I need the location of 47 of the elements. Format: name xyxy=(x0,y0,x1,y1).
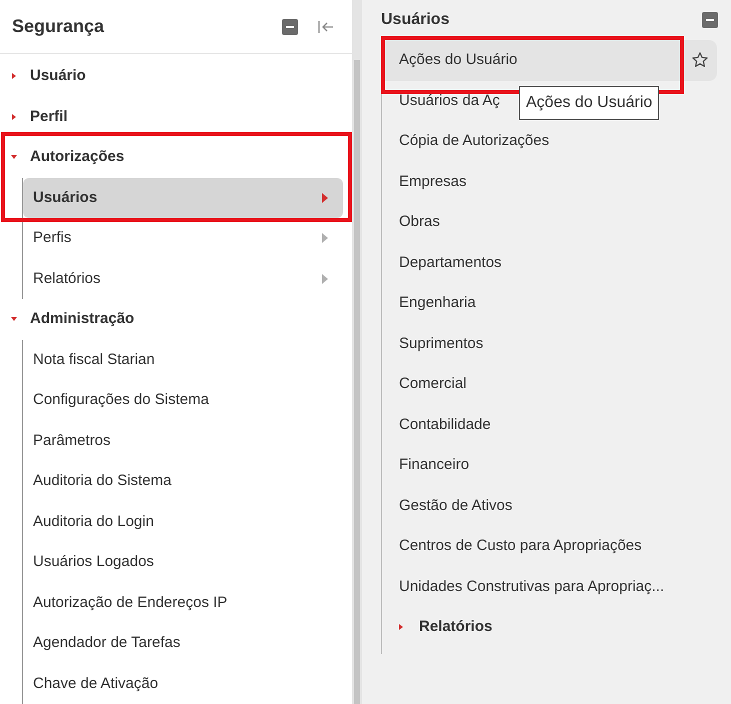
tooltip: Ações do Usuário xyxy=(519,86,660,120)
menu-item[interactable]: Empresas xyxy=(399,170,467,193)
caret-right-icon xyxy=(10,112,18,121)
menu-item[interactable]: Centros de Custo para Apropriações xyxy=(399,535,642,558)
caret-down-icon xyxy=(10,315,18,324)
caret-down-icon xyxy=(10,153,18,162)
tree-item[interactable]: Relatórios xyxy=(23,258,343,299)
star-icon[interactable] xyxy=(691,51,709,70)
menu-item[interactable]: Comercial xyxy=(399,373,467,396)
collapse-icon[interactable] xyxy=(282,18,298,34)
caret-right-icon xyxy=(10,72,18,80)
menu-item[interactable]: Suprimentos xyxy=(399,332,484,355)
menu-item[interactable]: Engenharia xyxy=(399,292,476,314)
tree-item[interactable]: Administração xyxy=(0,299,352,340)
caret-right-icon xyxy=(397,623,405,632)
tree-item[interactable]: Parâmetros xyxy=(23,420,343,461)
menu-item[interactable]: Cópia de Autorizações xyxy=(399,130,550,152)
tree-item[interactable]: Perfis xyxy=(23,218,343,258)
collapse-icon[interactable] xyxy=(702,12,718,28)
menu-item[interactable]: Unidades Construtivas para Apropriaç... xyxy=(399,576,664,598)
panel-title: Segurança xyxy=(12,15,106,38)
tree-item[interactable]: Usuário xyxy=(0,56,352,96)
tree-item[interactable]: Autorização de Endereços IP xyxy=(23,582,343,623)
chevron-right-icon xyxy=(321,192,329,203)
tree-item[interactable]: Perfil xyxy=(0,96,352,137)
menu-item[interactable]: Departamentos xyxy=(399,252,502,274)
tree-item[interactable]: Usuários Logados xyxy=(23,542,343,582)
menu-item[interactable]: Usuários da Aç xyxy=(399,90,500,112)
tree-item[interactable]: Agendador de Tarefas xyxy=(23,623,343,664)
menu-item[interactable]: Financeiro xyxy=(399,454,470,476)
tree-item[interactable]: Chave de Ativação xyxy=(23,664,343,704)
tree-item[interactable]: Usuários xyxy=(23,178,343,218)
tree-item[interactable]: Autorizações xyxy=(0,137,352,178)
scrollbar[interactable] xyxy=(352,0,362,704)
menu-item[interactable]: Gestão de Ativos xyxy=(399,494,512,517)
tree-item[interactable]: Auditoria do Sistema xyxy=(23,461,343,502)
tree-item[interactable]: Nota fiscal Starian xyxy=(23,340,343,380)
tree-item[interactable]: Configurações do Sistema xyxy=(23,380,343,420)
menu-item[interactable]: Obras xyxy=(399,211,440,234)
chevron-right-icon xyxy=(321,233,329,244)
tree-item[interactable]: Auditoria do Login xyxy=(23,502,343,542)
menu-item[interactable]: Ações do Usuário xyxy=(382,40,717,80)
collapse-left-icon[interactable] xyxy=(318,20,334,32)
menu-item[interactable]: Contabilidade xyxy=(399,414,491,436)
menu-group[interactable]: Relatórios xyxy=(382,607,717,648)
panel-title: Usuários xyxy=(381,10,450,30)
chevron-right-icon xyxy=(321,274,329,284)
